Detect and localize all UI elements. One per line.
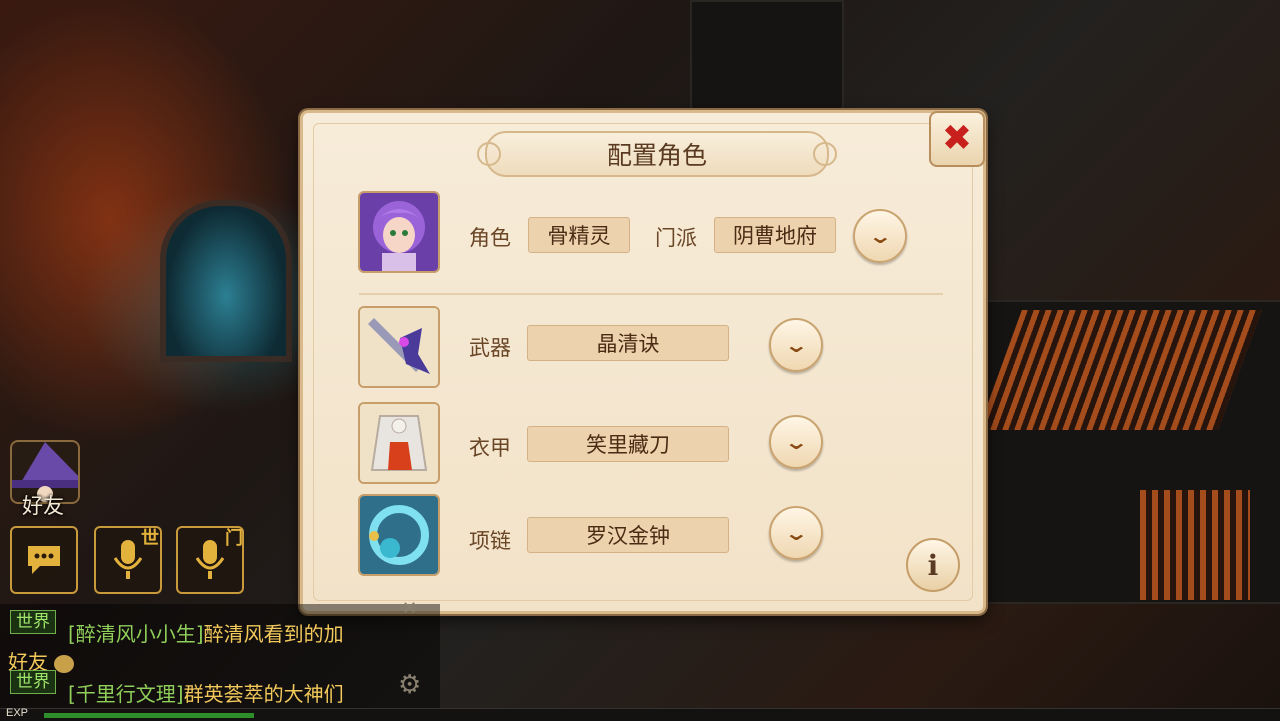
chat-message: [醉清风小小生]醉清风看到的加 [68,618,344,647]
tower-structure [690,0,844,114]
school-value: 阴曹地府 [714,217,836,253]
chat-settings-gear-icon[interactable]: ⚙ [398,672,424,698]
info-icon: i [927,548,939,582]
chat-button[interactable] [10,526,78,594]
chat-text: 醉清风看到的加 [203,622,344,646]
necklace-icon [360,496,438,574]
chevron-down-icon: ⌄ [783,430,809,454]
sect-voice-tag: 门 [225,528,243,549]
friend-label: 好友 [22,494,64,518]
armor-value: 笑里藏刀 [527,426,729,462]
armor-slot[interactable] [358,402,440,484]
character-value: 骨精灵 [528,217,630,253]
configure-character-dialog: 配置角色 ✖ 角色 骨精灵 门派 阴曹地府 ⌄ 武器 晶清诀 ⌄ 衣甲 笑里藏刀… [300,110,986,614]
necklace-value: 罗汉金钟 [527,517,729,553]
necklace-dropdown-button[interactable]: ⌄ [769,506,823,560]
world-voice-tag: 世 [141,528,159,549]
weapon-label: 武器 [469,336,511,360]
chevron-down-icon: ⌄ [867,224,893,248]
armor-label: 衣甲 [469,436,511,460]
armor-dropdown-button[interactable]: ⌄ [769,415,823,469]
exp-label: EXP [6,707,29,719]
chat-sender[interactable]: [千里行文理] [68,682,184,706]
exp-bar: EXP [0,707,1280,721]
section-divider [359,293,943,295]
chat-panel[interactable]: 世界 [醉清风小小生]醉清风看到的加 好友 世界 [千里行文理]群英荟萃的大神们… [0,598,440,708]
armor-icon [360,404,438,482]
channel-tag-world: 世界 [10,670,56,694]
chat-collapse-icon[interactable]: ✕ [402,598,417,619]
lava-grill [978,310,1262,430]
lava-window [1140,490,1250,600]
dialog-title-plaque: 配置角色 [477,131,837,177]
chevron-down-icon: ⌄ [783,333,809,357]
school-label: 门派 [655,226,697,250]
scroll-ornament-left [477,142,501,166]
emoji-icon [54,654,75,673]
character-avatar-icon [360,193,438,271]
scroll-ornament-right [813,142,837,166]
exp-fill [44,713,254,718]
close-button[interactable]: ✖ [929,111,985,167]
microphone-icon [113,540,143,579]
chat-message: [千里行文理]群英荟萃的大神们 [68,678,344,707]
character-portrait[interactable] [358,191,440,273]
weapon-value: 晶清诀 [527,325,729,361]
weapon-slot[interactable] [358,306,440,388]
chat-bubble-icon [28,546,60,574]
weapon-icon [360,308,438,386]
channel-tag-world: 世界 [10,610,56,634]
close-icon: ✖ [941,118,973,159]
chevron-down-icon: ⌄ [783,521,809,545]
necklace-slot[interactable] [358,494,440,576]
info-button[interactable]: i [906,538,960,592]
glowing-gate [160,200,292,362]
chat-text: 群英荟萃的大神们 [183,682,344,706]
character-label: 角色 [469,226,511,250]
weapon-dropdown-button[interactable]: ⌄ [769,318,823,372]
microphone-icon [195,540,225,579]
necklace-label: 项链 [469,529,511,553]
chat-sender[interactable]: [醉清风小小生] [68,622,204,646]
dialog-title: 配置角色 [606,141,707,170]
character-dropdown-button[interactable]: ⌄ [853,209,907,263]
